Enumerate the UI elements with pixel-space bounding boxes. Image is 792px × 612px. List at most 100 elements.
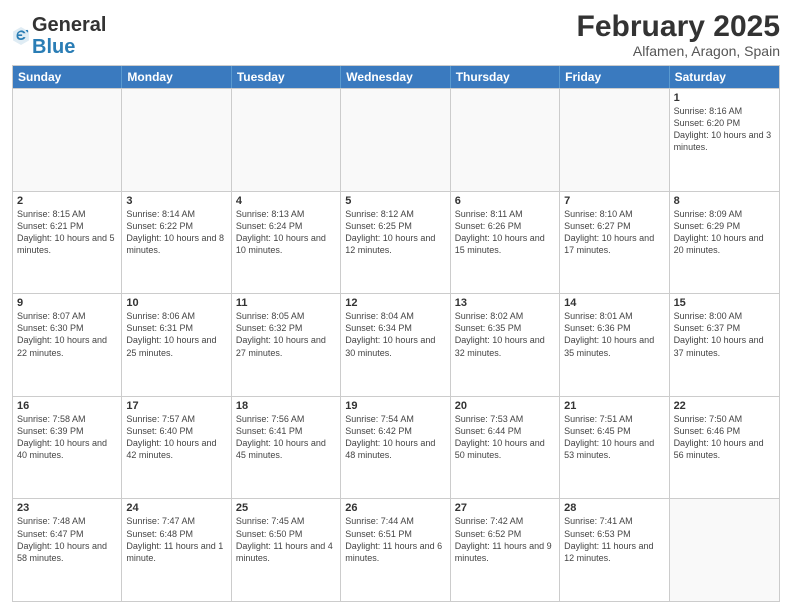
cal-cell-2-1: 10 Sunrise: 8:06 AMSunset: 6:31 PMDaylig… bbox=[122, 294, 231, 396]
logo: General Blue bbox=[12, 14, 106, 58]
cal-cell-0-5 bbox=[560, 89, 669, 191]
cal-cell-1-0: 2 Sunrise: 8:15 AMSunset: 6:21 PMDayligh… bbox=[13, 192, 122, 294]
day-number: 10 bbox=[126, 297, 226, 309]
cell-info: Sunrise: 8:15 AMSunset: 6:21 PMDaylight:… bbox=[17, 209, 115, 255]
cal-row-3: 16 Sunrise: 7:58 AMSunset: 6:39 PMDaylig… bbox=[13, 396, 779, 499]
cal-cell-2-3: 12 Sunrise: 8:04 AMSunset: 6:34 PMDaylig… bbox=[341, 294, 450, 396]
cell-info: Sunrise: 7:48 AMSunset: 6:47 PMDaylight:… bbox=[17, 516, 107, 562]
header-thursday: Thursday bbox=[451, 66, 560, 88]
header-monday: Monday bbox=[122, 66, 231, 88]
cal-cell-0-1 bbox=[122, 89, 231, 191]
cal-row-4: 23 Sunrise: 7:48 AMSunset: 6:47 PMDaylig… bbox=[13, 498, 779, 601]
day-number: 23 bbox=[17, 502, 117, 514]
cell-info: Sunrise: 8:13 AMSunset: 6:24 PMDaylight:… bbox=[236, 209, 326, 255]
day-number: 27 bbox=[455, 502, 555, 514]
logo-icon bbox=[12, 25, 30, 47]
day-number: 2 bbox=[17, 195, 117, 207]
cal-cell-4-5: 28 Sunrise: 7:41 AMSunset: 6:53 PMDaylig… bbox=[560, 499, 669, 601]
cell-info: Sunrise: 7:53 AMSunset: 6:44 PMDaylight:… bbox=[455, 414, 545, 460]
cal-cell-1-5: 7 Sunrise: 8:10 AMSunset: 6:27 PMDayligh… bbox=[560, 192, 669, 294]
cal-cell-1-4: 6 Sunrise: 8:11 AMSunset: 6:26 PMDayligh… bbox=[451, 192, 560, 294]
cal-cell-3-4: 20 Sunrise: 7:53 AMSunset: 6:44 PMDaylig… bbox=[451, 397, 560, 499]
cal-cell-0-3 bbox=[341, 89, 450, 191]
day-number: 22 bbox=[674, 400, 775, 412]
cell-info: Sunrise: 7:47 AMSunset: 6:48 PMDaylight:… bbox=[126, 516, 223, 562]
cell-info: Sunrise: 8:06 AMSunset: 6:31 PMDaylight:… bbox=[126, 311, 216, 357]
day-number: 13 bbox=[455, 297, 555, 309]
logo-blue: Blue bbox=[32, 36, 75, 58]
cell-info: Sunrise: 7:58 AMSunset: 6:39 PMDaylight:… bbox=[17, 414, 107, 460]
logo-general: General bbox=[32, 14, 106, 36]
cell-info: Sunrise: 7:51 AMSunset: 6:45 PMDaylight:… bbox=[564, 414, 654, 460]
title-block: February 2025 Alfamen, Aragon, Spain bbox=[577, 10, 780, 59]
cal-cell-3-6: 22 Sunrise: 7:50 AMSunset: 6:46 PMDaylig… bbox=[670, 397, 779, 499]
cell-info: Sunrise: 8:07 AMSunset: 6:30 PMDaylight:… bbox=[17, 311, 107, 357]
cal-cell-2-6: 15 Sunrise: 8:00 AMSunset: 6:37 PMDaylig… bbox=[670, 294, 779, 396]
cell-info: Sunrise: 8:11 AMSunset: 6:26 PMDaylight:… bbox=[455, 209, 545, 255]
cal-cell-0-2 bbox=[232, 89, 341, 191]
cell-info: Sunrise: 8:16 AMSunset: 6:20 PMDaylight:… bbox=[674, 106, 772, 152]
day-number: 24 bbox=[126, 502, 226, 514]
day-number: 25 bbox=[236, 502, 336, 514]
cell-info: Sunrise: 8:04 AMSunset: 6:34 PMDaylight:… bbox=[345, 311, 435, 357]
calendar-body: 1 Sunrise: 8:16 AMSunset: 6:20 PMDayligh… bbox=[13, 88, 779, 601]
page: General Blue February 2025 Alfamen, Arag… bbox=[0, 0, 792, 612]
month-title: February 2025 bbox=[577, 10, 780, 43]
cal-cell-0-0 bbox=[13, 89, 122, 191]
cal-row-1: 2 Sunrise: 8:15 AMSunset: 6:21 PMDayligh… bbox=[13, 191, 779, 294]
header-tuesday: Tuesday bbox=[232, 66, 341, 88]
cell-info: Sunrise: 8:12 AMSunset: 6:25 PMDaylight:… bbox=[345, 209, 435, 255]
day-number: 7 bbox=[564, 195, 664, 207]
day-number: 5 bbox=[345, 195, 445, 207]
day-number: 20 bbox=[455, 400, 555, 412]
header: General Blue February 2025 Alfamen, Arag… bbox=[12, 10, 780, 59]
calendar: Sunday Monday Tuesday Wednesday Thursday… bbox=[12, 65, 780, 602]
day-number: 11 bbox=[236, 297, 336, 309]
cell-info: Sunrise: 7:44 AMSunset: 6:51 PMDaylight:… bbox=[345, 516, 442, 562]
day-number: 17 bbox=[126, 400, 226, 412]
cal-cell-3-0: 16 Sunrise: 7:58 AMSunset: 6:39 PMDaylig… bbox=[13, 397, 122, 499]
day-number: 9 bbox=[17, 297, 117, 309]
cal-cell-1-1: 3 Sunrise: 8:14 AMSunset: 6:22 PMDayligh… bbox=[122, 192, 231, 294]
cal-cell-4-6 bbox=[670, 499, 779, 601]
day-number: 6 bbox=[455, 195, 555, 207]
day-number: 28 bbox=[564, 502, 664, 514]
cal-cell-2-4: 13 Sunrise: 8:02 AMSunset: 6:35 PMDaylig… bbox=[451, 294, 560, 396]
cal-cell-3-5: 21 Sunrise: 7:51 AMSunset: 6:45 PMDaylig… bbox=[560, 397, 669, 499]
cell-info: Sunrise: 8:00 AMSunset: 6:37 PMDaylight:… bbox=[674, 311, 764, 357]
cell-info: Sunrise: 8:05 AMSunset: 6:32 PMDaylight:… bbox=[236, 311, 326, 357]
day-number: 12 bbox=[345, 297, 445, 309]
cell-info: Sunrise: 7:42 AMSunset: 6:52 PMDaylight:… bbox=[455, 516, 552, 562]
cal-cell-4-4: 27 Sunrise: 7:42 AMSunset: 6:52 PMDaylig… bbox=[451, 499, 560, 601]
cell-info: Sunrise: 7:57 AMSunset: 6:40 PMDaylight:… bbox=[126, 414, 216, 460]
day-number: 19 bbox=[345, 400, 445, 412]
cal-cell-4-0: 23 Sunrise: 7:48 AMSunset: 6:47 PMDaylig… bbox=[13, 499, 122, 601]
calendar-header: Sunday Monday Tuesday Wednesday Thursday… bbox=[13, 66, 779, 88]
cell-info: Sunrise: 8:01 AMSunset: 6:36 PMDaylight:… bbox=[564, 311, 654, 357]
day-number: 26 bbox=[345, 502, 445, 514]
cal-cell-1-6: 8 Sunrise: 8:09 AMSunset: 6:29 PMDayligh… bbox=[670, 192, 779, 294]
header-sunday: Sunday bbox=[13, 66, 122, 88]
day-number: 21 bbox=[564, 400, 664, 412]
cal-cell-0-6: 1 Sunrise: 8:16 AMSunset: 6:20 PMDayligh… bbox=[670, 89, 779, 191]
cal-cell-3-2: 18 Sunrise: 7:56 AMSunset: 6:41 PMDaylig… bbox=[232, 397, 341, 499]
cell-info: Sunrise: 7:56 AMSunset: 6:41 PMDaylight:… bbox=[236, 414, 326, 460]
day-number: 4 bbox=[236, 195, 336, 207]
logo-text: General Blue bbox=[32, 14, 106, 58]
header-friday: Friday bbox=[560, 66, 669, 88]
location-title: Alfamen, Aragon, Spain bbox=[577, 43, 780, 59]
cell-info: Sunrise: 8:10 AMSunset: 6:27 PMDaylight:… bbox=[564, 209, 654, 255]
cal-cell-2-2: 11 Sunrise: 8:05 AMSunset: 6:32 PMDaylig… bbox=[232, 294, 341, 396]
day-number: 15 bbox=[674, 297, 775, 309]
cal-row-2: 9 Sunrise: 8:07 AMSunset: 6:30 PMDayligh… bbox=[13, 293, 779, 396]
cal-cell-1-3: 5 Sunrise: 8:12 AMSunset: 6:25 PMDayligh… bbox=[341, 192, 450, 294]
cell-info: Sunrise: 7:41 AMSunset: 6:53 PMDaylight:… bbox=[564, 516, 653, 562]
cell-info: Sunrise: 7:45 AMSunset: 6:50 PMDaylight:… bbox=[236, 516, 333, 562]
cal-cell-3-3: 19 Sunrise: 7:54 AMSunset: 6:42 PMDaylig… bbox=[341, 397, 450, 499]
cell-info: Sunrise: 7:50 AMSunset: 6:46 PMDaylight:… bbox=[674, 414, 764, 460]
header-wednesday: Wednesday bbox=[341, 66, 450, 88]
cal-cell-3-1: 17 Sunrise: 7:57 AMSunset: 6:40 PMDaylig… bbox=[122, 397, 231, 499]
cell-info: Sunrise: 8:09 AMSunset: 6:29 PMDaylight:… bbox=[674, 209, 764, 255]
header-saturday: Saturday bbox=[670, 66, 779, 88]
cal-cell-2-0: 9 Sunrise: 8:07 AMSunset: 6:30 PMDayligh… bbox=[13, 294, 122, 396]
